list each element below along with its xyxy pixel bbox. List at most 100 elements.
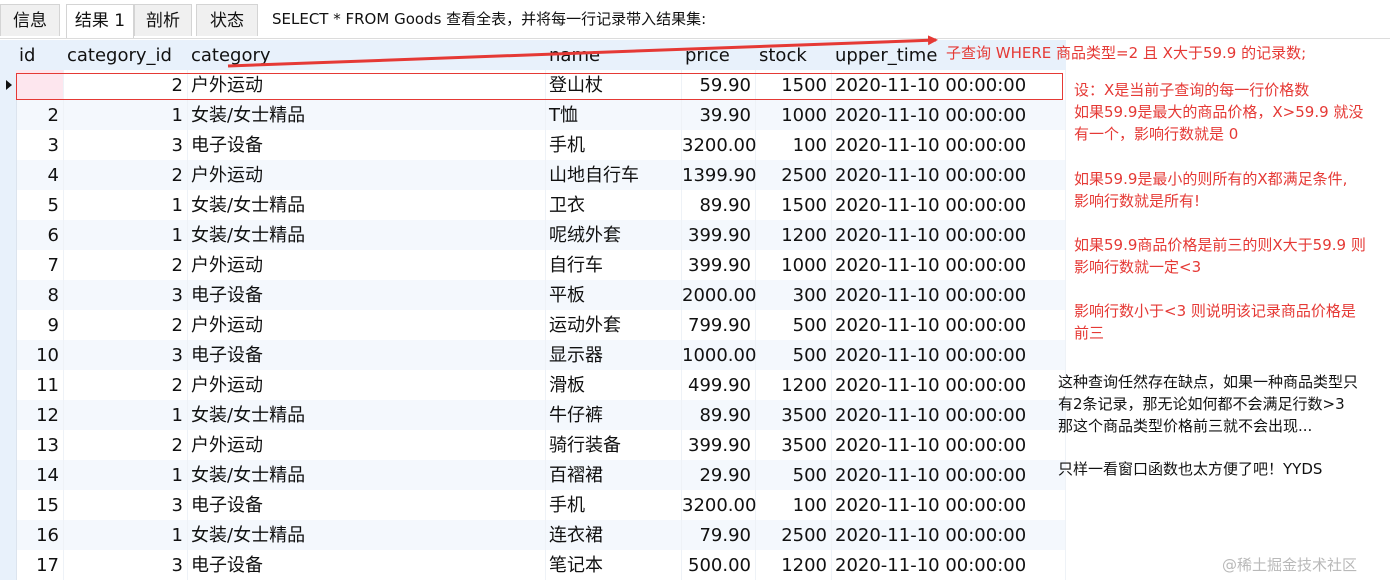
- column-header-id[interactable]: id: [16, 40, 64, 70]
- row-selector[interactable]: [0, 490, 17, 520]
- cell-category[interactable]: 女装/女士精品: [188, 100, 546, 130]
- row-selector[interactable]: [0, 100, 17, 130]
- cell-id[interactable]: 14: [16, 460, 64, 490]
- cell-upper-time[interactable]: 2020-11-10 00:00:00: [832, 160, 1066, 190]
- table-row[interactable]: 8 3 电子设备 平板 2000.00 300 2020-11-10 00:00:00: [0, 280, 1066, 310]
- cell-name[interactable]: 卫衣: [546, 190, 682, 220]
- cell-upper-time[interactable]: 2020-11-10 00:00:00: [832, 490, 1066, 520]
- table-row[interactable]: 6 1 女装/女士精品 呢绒外套 399.90 1200 2020-11-10 00:00:…: [0, 220, 1066, 250]
- table-row[interactable]: 9 2 户外运动 运动外套 799.90 500 2020-11-10 00:00:00: [0, 310, 1066, 340]
- cell-id[interactable]: [16, 70, 64, 100]
- cell-stock[interactable]: 1000: [756, 100, 832, 130]
- cell-id[interactable]: 4: [16, 160, 64, 190]
- tab-result-1[interactable]: 结果 1: [66, 4, 134, 38]
- cell-upper-time[interactable]: 2020-11-10 00:00:00: [832, 100, 1066, 130]
- cell-name[interactable]: 自行车: [546, 250, 682, 280]
- row-selector[interactable]: [0, 520, 17, 550]
- cell-category-id[interactable]: 2: [64, 160, 188, 190]
- cell-stock[interactable]: 2500: [756, 160, 832, 190]
- cell-category-id[interactable]: 1: [64, 520, 188, 550]
- table-row[interactable]: 2 1 女装/女士精品 T恤 39.90 1000 2020-11-10 00:00:00: [0, 100, 1066, 130]
- cell-price[interactable]: 3200.00: [682, 490, 756, 520]
- cell-stock[interactable]: 100: [756, 130, 832, 160]
- cell-upper-time[interactable]: 2020-11-10 00:00:00: [832, 340, 1066, 370]
- cell-category-id[interactable]: 3: [64, 550, 188, 580]
- cell-category[interactable]: 电子设备: [188, 340, 546, 370]
- cell-category-id[interactable]: 1: [64, 190, 188, 220]
- cell-category-id[interactable]: 3: [64, 130, 188, 160]
- table-row[interactable]: 15 3 电子设备 手机 3200.00 100 2020-11-10 00:00:00: [0, 490, 1066, 520]
- cell-stock[interactable]: 500: [756, 460, 832, 490]
- cell-price[interactable]: 2000.00: [682, 280, 756, 310]
- row-selector[interactable]: [0, 130, 17, 160]
- table-row[interactable]: 12 1 女装/女士精品 牛仔裤 89.90 3500 2020-11-10 00:00:0…: [0, 400, 1066, 430]
- cell-id[interactable]: 16: [16, 520, 64, 550]
- cell-stock[interactable]: 3500: [756, 400, 832, 430]
- cell-id[interactable]: 15: [16, 490, 64, 520]
- cell-price[interactable]: 3200.00: [682, 130, 756, 160]
- cell-name[interactable]: 手机: [546, 130, 682, 160]
- cell-name[interactable]: 手机: [546, 490, 682, 520]
- row-selector[interactable]: [0, 160, 17, 190]
- cell-category[interactable]: 户外运动: [188, 310, 546, 340]
- cell-category[interactable]: 电子设备: [188, 280, 546, 310]
- cell-id[interactable]: 11: [16, 370, 64, 400]
- row-selector[interactable]: [0, 400, 17, 430]
- table-row[interactable]: 11 2 户外运动 滑板 499.90 1200 2020-11-10 00:00:00: [0, 370, 1066, 400]
- table-row[interactable]: 13 2 户外运动 骑行装备 399.90 3500 2020-11-10 00:00:00: [0, 430, 1066, 460]
- cell-category[interactable]: 女装/女士精品: [188, 220, 546, 250]
- table-row[interactable]: 4 2 户外运动 山地自行车 1399.90 2500 2020-11-10 00:00:0…: [0, 160, 1066, 190]
- cell-id[interactable]: 12: [16, 400, 64, 430]
- cell-upper-time[interactable]: 2020-11-10 00:00:00: [832, 520, 1066, 550]
- row-selector[interactable]: [0, 460, 17, 490]
- cell-name[interactable]: 显示器: [546, 340, 682, 370]
- cell-id[interactable]: 7: [16, 250, 64, 280]
- cell-price[interactable]: 500.00: [682, 550, 756, 580]
- row-selector[interactable]: [0, 550, 17, 580]
- column-header-price[interactable]: price: [682, 40, 756, 70]
- table-row[interactable]: 5 1 女装/女士精品 卫衣 89.90 1500 2020-11-10 00:00:00: [0, 190, 1066, 220]
- cell-category[interactable]: 电子设备: [188, 550, 546, 580]
- cell-price[interactable]: 89.90: [682, 190, 756, 220]
- cell-stock[interactable]: 3500: [756, 430, 832, 460]
- cell-category[interactable]: 女装/女士精品: [188, 520, 546, 550]
- cell-price[interactable]: 1399.90: [682, 160, 756, 190]
- tab-info[interactable]: 信息: [0, 4, 60, 36]
- cell-upper-time[interactable]: 2020-11-10 00:00:00: [832, 400, 1066, 430]
- cell-upper-time[interactable]: 2020-11-10 00:00:00: [832, 220, 1066, 250]
- cell-id[interactable]: 17: [16, 550, 64, 580]
- tab-status[interactable]: 状态: [196, 4, 258, 36]
- cell-upper-time[interactable]: 2020-11-10 00:00:00: [832, 430, 1066, 460]
- cell-id[interactable]: 9: [16, 310, 64, 340]
- table-row[interactable]: 10 3 电子设备 显示器 1000.00 500 2020-11-10 00:00:00: [0, 340, 1066, 370]
- column-header-name[interactable]: name: [546, 40, 682, 70]
- cell-id[interactable]: 2: [16, 100, 64, 130]
- cell-price[interactable]: 59.90: [682, 70, 756, 100]
- cell-name[interactable]: 笔记本: [546, 550, 682, 580]
- cell-category-id[interactable]: 2: [64, 250, 188, 280]
- cell-category-id[interactable]: 1: [64, 220, 188, 250]
- result-grid[interactable]: id category_id category name price stock…: [0, 40, 1066, 582]
- row-selector[interactable]: [0, 280, 17, 310]
- column-header-stock[interactable]: stock: [756, 40, 832, 70]
- cell-price[interactable]: 29.90: [682, 460, 756, 490]
- cell-name[interactable]: 登山杖: [546, 70, 682, 100]
- row-selector[interactable]: [0, 340, 17, 370]
- cell-name[interactable]: 牛仔裤: [546, 400, 682, 430]
- cell-price[interactable]: 89.90: [682, 400, 756, 430]
- cell-price[interactable]: 799.90: [682, 310, 756, 340]
- cell-name[interactable]: T恤: [546, 100, 682, 130]
- row-selector[interactable]: [0, 250, 17, 280]
- cell-id[interactable]: 3: [16, 130, 64, 160]
- cell-name[interactable]: 骑行装备: [546, 430, 682, 460]
- cell-category[interactable]: 女装/女士精品: [188, 190, 546, 220]
- cell-upper-time[interactable]: 2020-11-10 00:00:00: [832, 550, 1066, 580]
- cell-id[interactable]: 13: [16, 430, 64, 460]
- cell-category-id[interactable]: 3: [64, 340, 188, 370]
- cell-upper-time[interactable]: 2020-11-10 00:00:00: [832, 130, 1066, 160]
- cell-stock[interactable]: 500: [756, 310, 832, 340]
- cell-stock[interactable]: 1500: [756, 190, 832, 220]
- cell-upper-time[interactable]: 2020-11-10 00:00:00: [832, 370, 1066, 400]
- table-row[interactable]: 7 2 户外运动 自行车 399.90 1000 2020-11-10 00:00:00: [0, 250, 1066, 280]
- cell-upper-time[interactable]: 2020-11-10 00:00:00: [832, 190, 1066, 220]
